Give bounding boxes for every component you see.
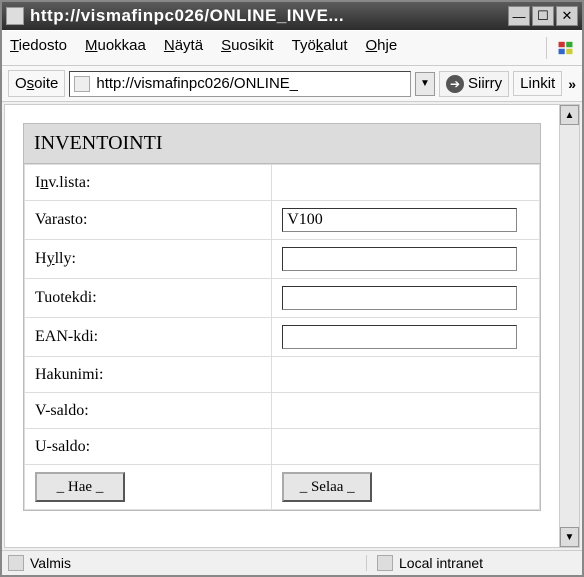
label-tuotekdi: Tuotekdi: [25, 279, 272, 318]
scroll-track[interactable] [560, 125, 579, 527]
hae-button[interactable]: _ Hae _ [35, 472, 125, 502]
label-invlista: Inv.lista: [25, 165, 272, 201]
selaa-button[interactable]: _ Selaa _ [282, 472, 372, 502]
input-hylly[interactable] [282, 247, 516, 271]
label-eankdi: EAN-kdi: [25, 318, 272, 357]
inventointi-panel: INVENTOINTI Inv.lista: Varasto: Hylly: [23, 123, 541, 511]
content-area: INVENTOINTI Inv.lista: Varasto: Hylly: [4, 104, 580, 548]
browser-window: http://vismafinpc026/ONLINE_INVE... — ☐ … [0, 0, 584, 577]
maximize-button[interactable]: ☐ [532, 6, 554, 26]
value-hakunimi [272, 357, 540, 393]
links-button[interactable]: Linkit [513, 71, 562, 96]
url-input-box[interactable]: http://vismafinpc026/ONLINE_ [69, 71, 411, 97]
toolbar-chevron-icon[interactable]: » [566, 76, 576, 92]
app-icon [6, 7, 24, 25]
label-hylly: Hylly: [25, 240, 272, 279]
zone-text: Local intranet [399, 555, 483, 571]
value-usaldo [272, 429, 540, 465]
label-usaldo: U-saldo: [25, 429, 272, 465]
minimize-button[interactable]: — [508, 6, 530, 26]
url-text: http://vismafinpc026/ONLINE_ [96, 75, 298, 92]
go-button[interactable]: ➔ Siirry [439, 71, 509, 97]
menu-suosikit[interactable]: Suosikit [221, 37, 274, 59]
status-page-icon [8, 555, 24, 571]
menu-ohje[interactable]: Ohje [365, 37, 397, 59]
label-vsaldo: V-saldo: [25, 393, 272, 429]
input-tuotekdi[interactable] [282, 286, 516, 310]
value-invlista [272, 165, 540, 201]
url-dropdown-button[interactable]: ▼ [415, 72, 435, 96]
scroll-down-button[interactable]: ▼ [560, 527, 579, 547]
menu-tyokalut[interactable]: Työkalut [292, 37, 348, 59]
go-arrow-icon: ➔ [446, 75, 464, 93]
status-bar: Valmis Local intranet [2, 550, 582, 575]
panel-title: INVENTOINTI [24, 124, 540, 164]
label-varasto: Varasto: [25, 201, 272, 240]
menu-tyokalut-label: alut [323, 37, 347, 54]
vertical-scrollbar[interactable]: ▲ ▼ [559, 105, 579, 547]
menu-nayta-label: äytä [175, 37, 203, 54]
scroll-up-button[interactable]: ▲ [560, 105, 579, 125]
status-text: Valmis [30, 555, 71, 571]
ie-logo-icon [546, 37, 574, 59]
value-vsaldo [272, 393, 540, 429]
links-label: Linkit [520, 75, 555, 92]
menu-suosikit-label: uosikit [231, 37, 274, 54]
menu-ohje-label: hje [377, 37, 397, 54]
label-hakunimi: Hakunimi: [25, 357, 272, 393]
menu-nayta[interactable]: Näytä [164, 37, 203, 59]
page-icon [74, 76, 90, 92]
menu-tiedosto[interactable]: Tiedosto [10, 37, 67, 59]
window-title: http://vismafinpc026/ONLINE_INVE... [30, 6, 508, 26]
go-label: Siirry [468, 75, 502, 92]
zone-icon [377, 555, 393, 571]
menu-muokkaa-label: uokkaa [97, 37, 145, 54]
menu-bar: Tiedosto Muokkaa Näytä Suosikit Työkalut… [2, 30, 582, 66]
menu-muokkaa[interactable]: Muokkaa [85, 37, 146, 59]
title-bar: http://vismafinpc026/ONLINE_INVE... — ☐ … [2, 2, 582, 30]
input-eankdi[interactable] [282, 325, 516, 349]
menu-tiedosto-label: iedosto [19, 37, 67, 54]
close-button[interactable]: ✕ [556, 6, 578, 26]
address-label: Osoite [8, 70, 65, 97]
address-bar: Osoite http://vismafinpc026/ONLINE_ ▼ ➔ … [2, 66, 582, 102]
input-varasto[interactable] [282, 208, 516, 232]
